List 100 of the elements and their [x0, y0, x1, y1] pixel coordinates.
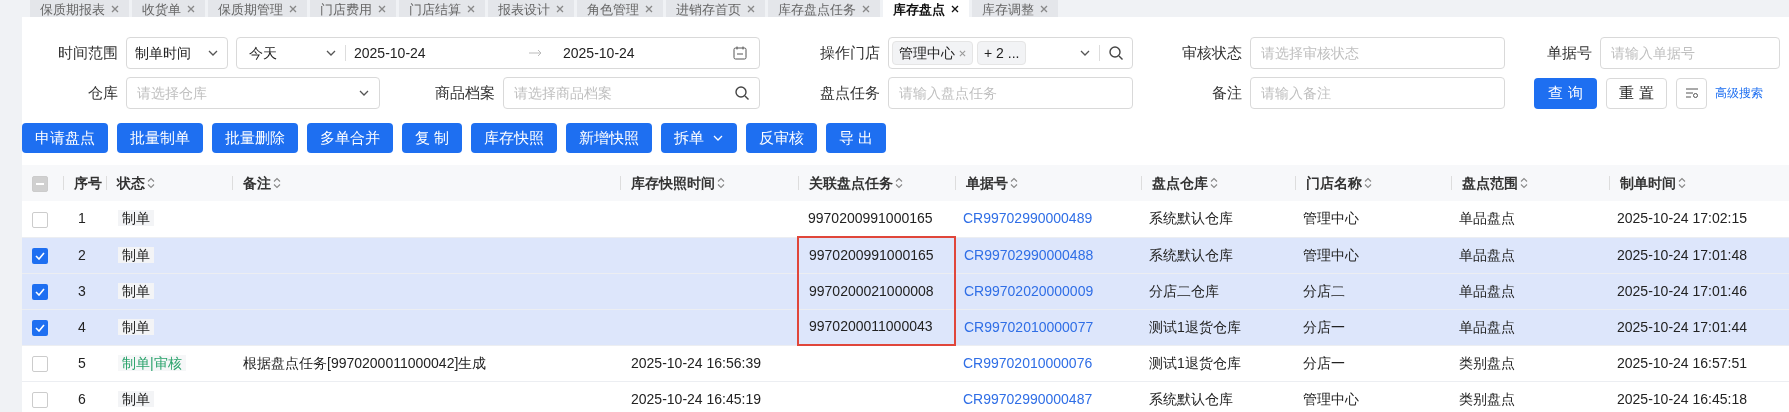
page-tab[interactable]: 门店费用 [310, 0, 396, 17]
column-header[interactable]: 序号 [73, 172, 102, 194]
column-header[interactable]: 盘点范围 [1462, 172, 1518, 194]
page-tab[interactable]: 保质期管理 [208, 0, 307, 17]
column-header[interactable]: 单据号 [966, 172, 1008, 194]
select-all-checkbox[interactable] [32, 175, 48, 192]
document-link[interactable]: CR99702010000077 [964, 318, 1094, 335]
filter-label: 盘点任务 [820, 82, 880, 103]
column-header[interactable]: 盘点仓库 [1152, 172, 1208, 194]
sort-icon[interactable] [717, 177, 725, 189]
table-cell: 管理中心 [1303, 210, 1359, 227]
document-link[interactable]: CR99702990000487 [963, 390, 1093, 407]
column-header[interactable]: 状态 [117, 172, 145, 194]
column-header[interactable]: 制单时间 [1620, 172, 1676, 194]
store-tag[interactable]: 管理中心 [892, 41, 973, 65]
action-button[interactable]: 拆单 [661, 123, 738, 153]
document-link[interactable]: CR99702010000076 [963, 354, 1093, 371]
table-cell: 类别盘点 [1459, 390, 1515, 407]
page-tab[interactable]: 收货单 [132, 0, 205, 17]
row-checkbox[interactable] [32, 211, 48, 228]
sort-icon[interactable] [1678, 177, 1686, 189]
row-number: 1 [78, 210, 86, 227]
input-field[interactable]: 请选择审核状态 [1250, 37, 1505, 69]
input-field[interactable]: 请输入备注 [1250, 77, 1505, 109]
action-button[interactable]: 批量制单 [117, 123, 203, 153]
date-range-field[interactable]: 今天 2025-10-24 2025-10-24 [236, 37, 760, 69]
sort-icon[interactable] [1520, 177, 1528, 189]
action-button[interactable]: 复 制 [402, 123, 463, 153]
page-tab[interactable]: 角色管理 [577, 0, 663, 17]
row-checkbox[interactable] [32, 283, 48, 300]
row-checkbox[interactable] [32, 247, 48, 264]
column-header[interactable]: 备注 [243, 172, 271, 194]
action-button[interactable]: 库存快照 [471, 123, 558, 153]
input-field[interactable]: 请选择仓库 [126, 77, 380, 109]
document-link[interactable]: CR99702020000009 [964, 282, 1094, 299]
page-tab[interactable]: 保质期报表 [30, 0, 129, 17]
input-field[interactable]: 请选择商品档案 [503, 77, 760, 109]
table-cell: 2025-10-24 17:01:46 [1617, 282, 1747, 299]
action-button[interactable]: 新增快照 [566, 123, 653, 153]
input-field[interactable]: 请输入单据号 [1600, 37, 1780, 69]
table-cell: 系统默认仓库 [1149, 246, 1233, 263]
sort-icon[interactable] [1210, 177, 1218, 189]
table-cell: 单品盘点 [1459, 246, 1515, 263]
document-link[interactable]: CR99702990000488 [964, 246, 1094, 263]
sort-icon[interactable] [895, 177, 903, 189]
table-cell: 单品盘点 [1459, 210, 1515, 227]
sort-icon[interactable] [1010, 177, 1018, 189]
filter-list-icon [1684, 87, 1699, 99]
action-button[interactable]: 导 出 [826, 123, 887, 153]
action-button[interactable]: 批量删除 [212, 123, 298, 153]
table-cell: 9970200011000043 [809, 318, 933, 335]
table-cell: 2025-10-24 16:45:18 [1617, 390, 1747, 407]
table-cell: 2025-10-24 17:01:44 [1617, 318, 1747, 335]
row-number: 3 [78, 282, 86, 299]
column-header[interactable]: 库存快照时间 [631, 172, 715, 194]
table-cell: 2025-10-24 17:01:48 [1617, 246, 1747, 263]
check-icon [35, 251, 45, 260]
sort-icon[interactable] [1364, 177, 1372, 189]
table-cell: 单品盘点 [1459, 282, 1515, 299]
page-tab[interactable]: 门店结算 [399, 0, 485, 17]
table-cell: 系统默认仓库 [1149, 210, 1233, 227]
table-cell: 分店二仓库 [1149, 282, 1219, 299]
row-checkbox[interactable] [32, 391, 48, 408]
page-tab[interactable]: 进销存首页 [666, 0, 765, 17]
action-button[interactable]: 申请盘点 [22, 123, 108, 153]
query-button[interactable]: 查 询 [1534, 77, 1597, 109]
action-button[interactable]: 多单合并 [307, 123, 393, 153]
page-tab[interactable]: 报表设计 [488, 0, 574, 17]
column-header[interactable]: 关联盘点任务 [809, 172, 893, 194]
action-button[interactable]: 反审核 [746, 123, 818, 153]
sort-icon[interactable] [147, 177, 155, 189]
document-link[interactable]: CR99702990000489 [963, 210, 1093, 227]
table-cell: 分店一 [1303, 354, 1345, 371]
table-cell: 2025-10-24 16:56:39 [631, 354, 761, 371]
table-cell: 单品盘点 [1459, 318, 1515, 335]
table-cell: 9970200021000008 [809, 282, 934, 299]
row-number: 2 [78, 246, 86, 263]
table-cell: 2025-10-24 17:02:15 [1617, 210, 1747, 227]
status-tag: 制单 [118, 318, 154, 335]
page-tab[interactable]: 库存调整 [972, 0, 1058, 17]
arrow-right-icon [529, 49, 543, 57]
page-tab[interactable]: 库存盘点任务 [768, 0, 880, 17]
column-header[interactable]: 门店名称 [1306, 172, 1362, 194]
close-icon[interactable] [951, 5, 959, 13]
page-tab[interactable]: 库存盘点 [883, 0, 969, 17]
status-tag: 制单 [118, 390, 154, 407]
sort-icon[interactable] [273, 177, 281, 189]
row-number: 4 [78, 318, 86, 335]
advanced-search-link[interactable]: 高级搜索 [1715, 84, 1763, 102]
more-tag[interactable]: + 2 ... [977, 41, 1027, 65]
store-select[interactable]: 管理中心 + 2 ... [888, 37, 1133, 69]
reset-button[interactable]: 重 置 [1606, 77, 1667, 109]
filter-list-button[interactable] [1676, 77, 1707, 109]
check-icon [35, 323, 45, 332]
input-field[interactable]: 请输入盘点任务 [888, 77, 1133, 109]
table-cell: 9970200991000165 [809, 246, 934, 263]
table-cell: 分店一 [1303, 318, 1345, 335]
row-checkbox[interactable] [32, 319, 48, 336]
row-checkbox[interactable] [32, 355, 48, 372]
date-type-select[interactable]: 制单时间 [126, 37, 228, 69]
